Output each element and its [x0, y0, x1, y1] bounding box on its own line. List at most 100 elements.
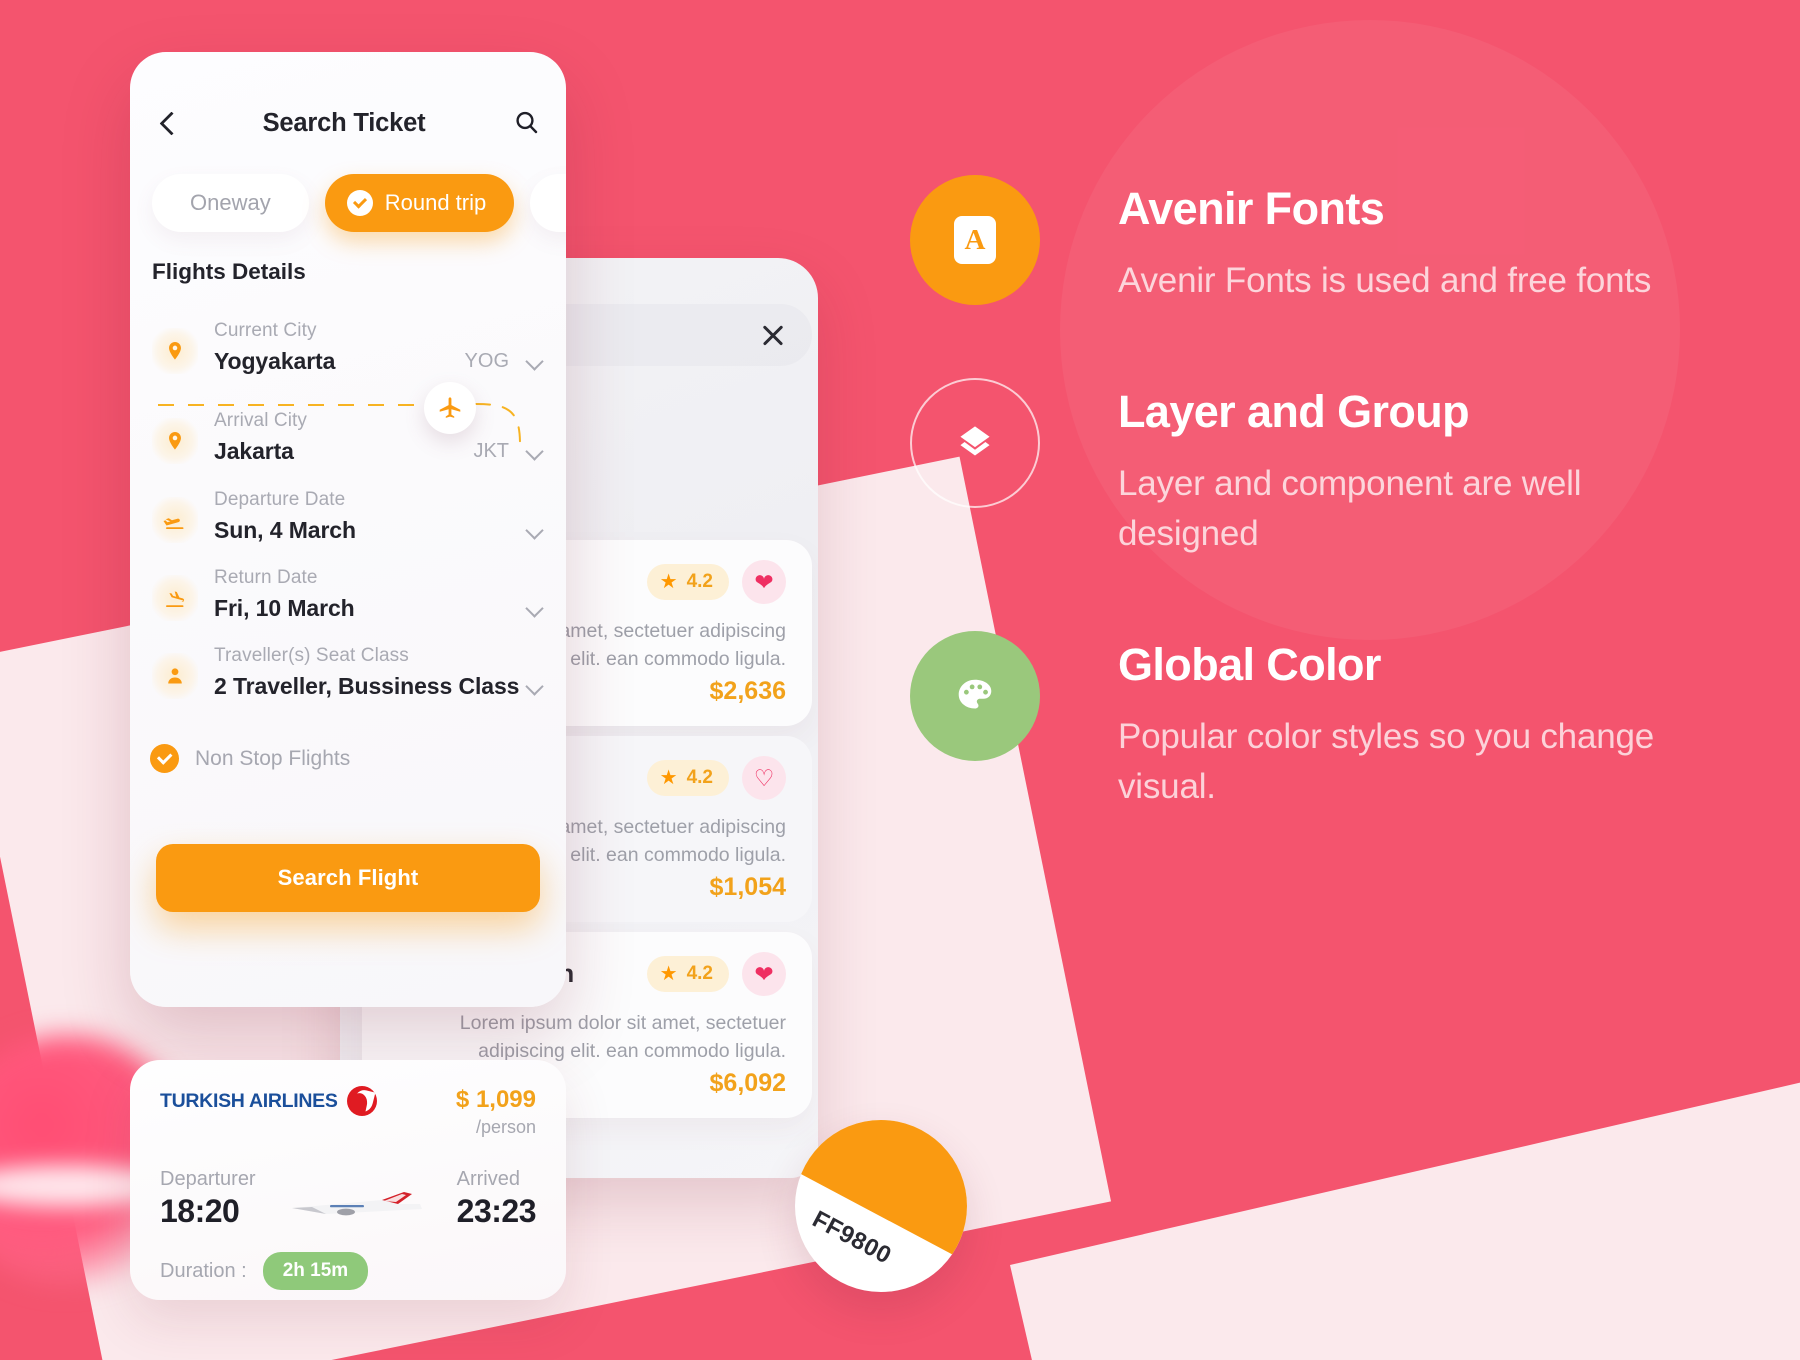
airplane-icon [424, 382, 476, 434]
favorite-button[interactable]: ❤ [742, 560, 786, 604]
ticket-price: $ 1,099 [455, 1086, 536, 1113]
field-body: Return Date Fri, 10 March [214, 567, 544, 622]
heart-outline-icon: ♡ [753, 764, 775, 791]
page-title: Search Ticket [262, 108, 426, 137]
field-value-row: Fri, 10 March [214, 595, 544, 622]
field-arrival-city[interactable]: Arrival City Jakarta JKT [152, 410, 544, 465]
feature-text: Global Color Popular color styles so you… [1118, 631, 1710, 812]
field-body: Departure Date Sun, 4 March [214, 489, 544, 544]
chevron-down-icon[interactable] [527, 679, 542, 694]
favorite-button[interactable]: ❤ [742, 952, 786, 996]
chevron-down-icon[interactable] [527, 601, 542, 616]
color-swatch: FF9800 [795, 1120, 967, 1292]
feature-item-layers: Layer and Group Layer and component are … [910, 377, 1710, 559]
heart-filled-icon: ❤ [754, 960, 774, 987]
favorite-button[interactable]: ♡ [742, 756, 786, 800]
presentation-canvas: esia km Near you ours vel thins on the w… [0, 0, 1800, 1360]
tour-badges: ★ 4.2 ♡ [646, 756, 786, 800]
search-flight-button[interactable]: Search Flight [156, 844, 540, 912]
ticket-times: Departurer 18:20 Arrived 23:23 [160, 1168, 536, 1230]
feature-description: Popular color styles so you change visua… [1118, 716, 1655, 806]
non-stop-flights-toggle[interactable]: Non Stop Flights [150, 744, 350, 773]
rating-badge: ★ 4.2 [646, 956, 729, 992]
close-icon[interactable] [760, 322, 786, 348]
ticket-price-block: $ 1,099 /person [456, 1086, 536, 1138]
field-current-city[interactable]: Current City Yogyakarta YOG [152, 320, 544, 375]
search-icon[interactable] [512, 108, 542, 138]
trip-type-tabs: Oneway Round trip Multi [130, 174, 566, 232]
field-body: Arrival City Jakarta JKT [214, 410, 544, 465]
arrival-label: Arrived [456, 1168, 520, 1190]
field-label: Traveller(s) Seat Class [214, 645, 409, 666]
feature-text: Avenir Fonts Avenir Fonts is used and fr… [1118, 175, 1651, 306]
airport-code: JKT [473, 440, 509, 462]
rating-badge: ★ 4.2 [646, 564, 729, 600]
field-label: Return Date [214, 567, 318, 588]
departure-time: 18:20 [160, 1193, 240, 1229]
plane-takeoff-icon [152, 497, 198, 543]
heart-filled-icon: ❤ [754, 568, 774, 595]
turkish-airlines-logo-icon [346, 1086, 377, 1116]
feature-list: A Avenir Fonts Avenir Fonts is used and … [910, 175, 1710, 883]
departure-label: Departurer [160, 1168, 256, 1190]
feature-title: Global Color [1118, 638, 1381, 690]
rating-value: 4.2 [686, 767, 713, 788]
letter-a-icon: A [910, 175, 1040, 305]
field-value-row: Sun, 4 March [214, 517, 544, 544]
field-value: Fri, 10 March [214, 595, 355, 621]
star-icon: ★ [659, 963, 678, 985]
tab-multi[interactable]: Multi [530, 174, 566, 232]
layers-icon [910, 377, 1040, 508]
background-wedge-right [1010, 1017, 1800, 1360]
tab-round-trip-label: Round trip [384, 190, 487, 215]
field-label: Departure Date [214, 489, 346, 510]
location-pin-icon [152, 328, 198, 374]
field-label: Arrival City [214, 410, 308, 431]
feature-item-fonts: A Avenir Fonts Avenir Fonts is used and … [910, 175, 1710, 306]
field-value: Sun, 4 March [214, 517, 356, 543]
field-return-date[interactable]: Return Date Fri, 10 March [152, 567, 544, 622]
ticket-header: TURKISH AIRLINES $ 1,099 /person [160, 1086, 536, 1138]
ticket-duration-row: Duration : 2h 15m [160, 1252, 536, 1290]
tour-description: Lorem ipsum dolor sit amet, sectetuer ad… [459, 1012, 786, 1062]
person-icon [152, 653, 198, 699]
field-value-row: Yogyakarta YOG [214, 348, 544, 375]
star-icon: ★ [659, 571, 678, 593]
chevron-down-icon[interactable] [527, 444, 542, 459]
airport-code: YOG [464, 350, 509, 372]
tour-price: $2,636 [709, 677, 786, 705]
chevron-left-icon[interactable] [154, 108, 184, 138]
field-value: Jakarta [214, 438, 294, 464]
rating-value: 4.2 [686, 963, 713, 984]
duration-label: Duration : [160, 1259, 247, 1282]
location-pin-icon [152, 418, 198, 464]
letter-a-glyph: A [954, 216, 996, 264]
feature-title: Avenir Fonts [1118, 183, 1385, 234]
tab-round-trip[interactable]: Round trip [324, 174, 515, 232]
airplane-side-view-icon [292, 1192, 423, 1216]
flight-ticket-card[interactable]: TURKISH AIRLINES $ 1,099 /person Departu… [130, 1060, 566, 1300]
field-label: Current City [214, 320, 317, 341]
rating-value: 4.2 [686, 571, 713, 592]
section-title-flights-details: Flights Details [152, 259, 306, 284]
field-value: Yogyakarta [214, 348, 336, 374]
arrival-block: Arrived 23:23 [456, 1168, 537, 1230]
arrival-time: 23:23 [456, 1193, 537, 1229]
check-circle-icon [150, 744, 179, 773]
departure-block: Departurer 18:20 [160, 1168, 256, 1230]
tour-price: $6,092 [709, 1069, 786, 1097]
rating-badge: ★ 4.2 [646, 760, 729, 796]
chevron-down-icon[interactable] [527, 354, 542, 369]
check-circle-icon [346, 190, 373, 216]
color-palette-icon [910, 630, 1040, 761]
duration-badge: 2h 15m [262, 1252, 369, 1290]
plane-landing-icon [152, 575, 198, 621]
field-traveller-seat-class[interactable]: Traveller(s) Seat Class 2 Traveller, Bus… [152, 645, 544, 700]
feature-title: Layer and Group [1118, 385, 1470, 437]
field-departure-date[interactable]: Departure Date Sun, 4 March [152, 489, 544, 544]
tab-oneway-label: Oneway [190, 190, 271, 215]
chevron-down-icon[interactable] [527, 523, 542, 538]
field-value-row: 2 Traveller, Bussiness Class [214, 673, 544, 700]
feature-description: Avenir Fonts is used and free fonts [1118, 261, 1652, 301]
tab-oneway[interactable]: Oneway [152, 174, 309, 232]
